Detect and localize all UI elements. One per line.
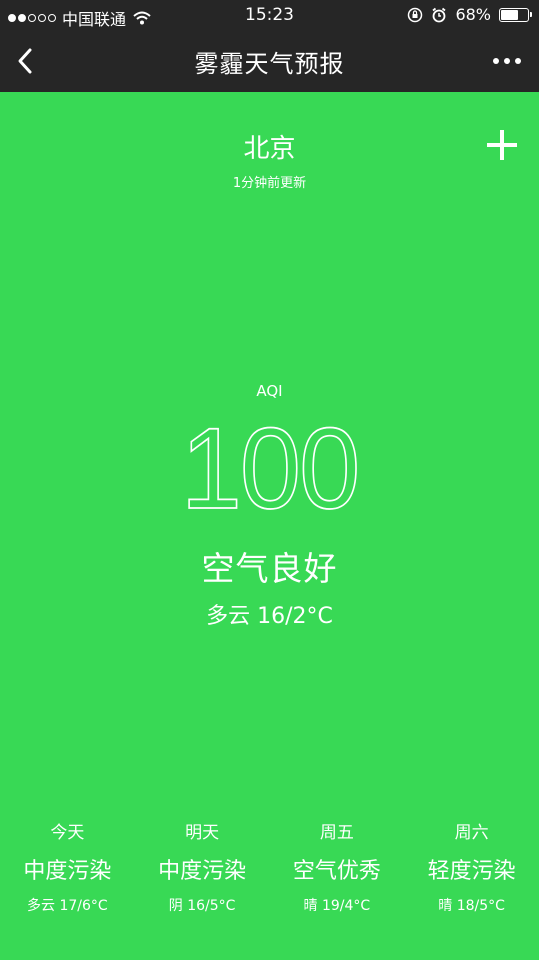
navigation-bar: 雾霾天气预报 <box>0 30 539 92</box>
forecast-weather: 阴 16/5°C <box>168 898 236 914</box>
update-time: 1分钟前更新 <box>232 176 307 191</box>
status-bar: 中国联通 15:23 68% <box>0 0 539 30</box>
forecast-quality: 轻度污染 <box>427 859 516 884</box>
status-right: 68% <box>407 5 532 24</box>
forecast-quality: 中度污染 <box>158 859 247 884</box>
forecast-weather: 晴 18/5°C <box>438 898 505 914</box>
forecast-day-label: 周五 <box>319 823 354 843</box>
forecast-list: 今天 中度污染 多云 17/6°C 明天 中度污染 阴 16/5°C 周五 空气… <box>0 818 539 918</box>
forecast-day-label: 明天 <box>185 823 220 843</box>
forecast-quality: 空气优秀 <box>292 859 381 884</box>
forecast-day: 今天 中度污染 多云 17/6°C <box>0 818 135 918</box>
aqi-value: 100 <box>0 403 539 534</box>
forecast-day: 周五 空气优秀 晴 19/4°C <box>270 818 405 918</box>
forecast-day: 明天 中度污染 阴 16/5°C <box>135 818 270 918</box>
forecast-weather: 多云 17/6°C <box>27 898 108 914</box>
forecast-weather: 晴 19/4°C <box>303 898 371 914</box>
alarm-icon <box>432 7 446 22</box>
current-weather: 多云 16/2°C <box>206 604 333 629</box>
forecast-quality: 中度污染 <box>23 859 112 884</box>
aqi-number: 100 <box>180 403 361 534</box>
battery-icon <box>499 7 532 22</box>
battery-level <box>501 9 519 20</box>
air-quality-status: 空气良好 <box>201 549 338 588</box>
aqi-label: AQI <box>256 382 283 400</box>
page-title: 雾霾天气预报 <box>194 50 345 78</box>
more-options-icon[interactable] <box>493 50 521 72</box>
add-city-button[interactable] <box>485 128 519 162</box>
forecast-day-label: 今天 <box>50 823 85 843</box>
city-name[interactable]: 北京 <box>0 128 539 165</box>
rotation-lock-icon <box>408 7 423 22</box>
battery-percent: 68% <box>455 5 491 24</box>
forecast-day-label: 周六 <box>454 823 489 843</box>
forecast-day: 周六 轻度污染 晴 18/5°C <box>404 818 539 918</box>
